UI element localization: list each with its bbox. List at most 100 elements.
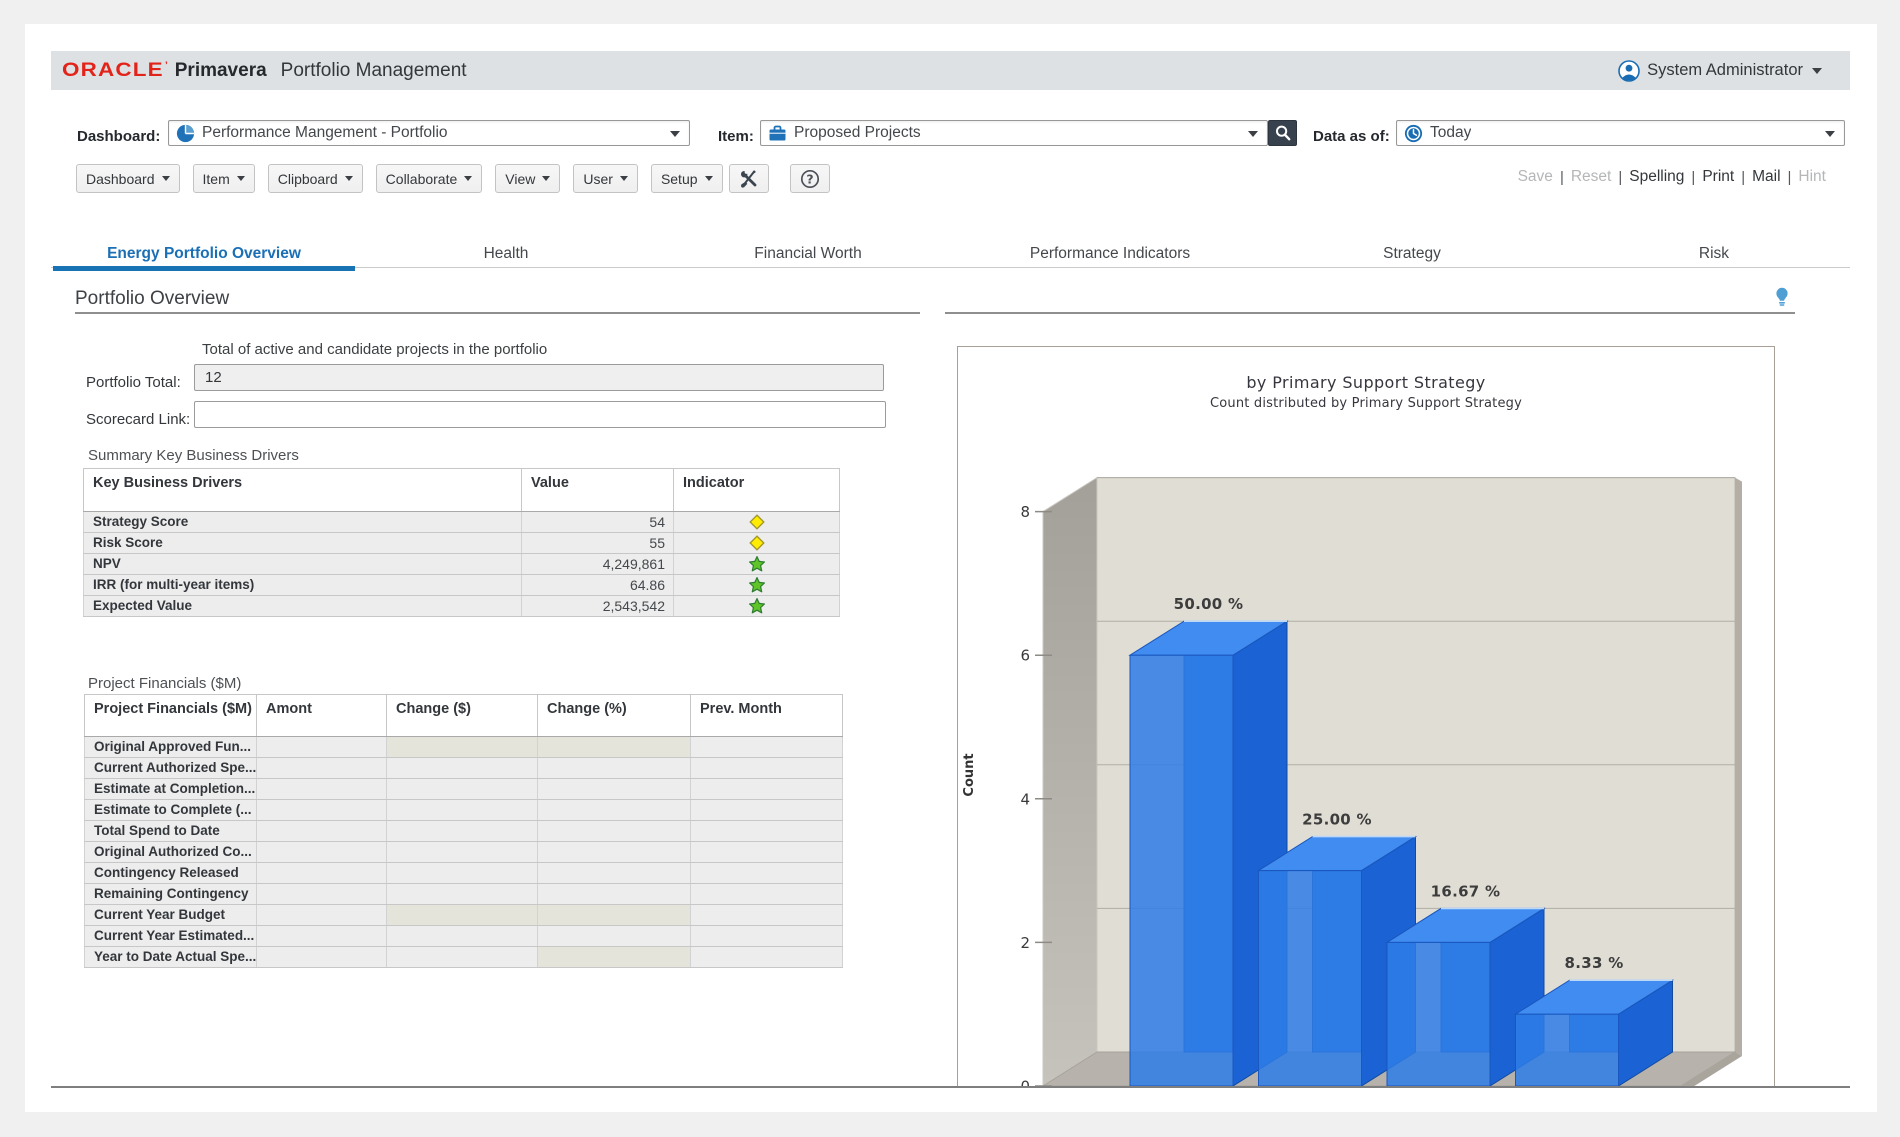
driver-value-cell[interactable]: 55 (522, 533, 674, 554)
toolbar-icon-button[interactable] (729, 164, 769, 193)
financial-change-dollar-cell[interactable] (387, 779, 538, 800)
tab[interactable]: Strategy (1261, 244, 1563, 268)
menu-button[interactable]: Dashboard (76, 164, 180, 193)
financial-amont-cell[interactable] (257, 863, 387, 884)
financial-change-dollar-cell[interactable] (387, 800, 538, 821)
financial-prev-month-cell[interactable] (691, 884, 843, 905)
summary-header-indicator[interactable]: Indicator (674, 469, 840, 512)
financial-change-dollar-cell[interactable] (387, 842, 538, 863)
financial-row-label[interactable]: Current Year Budget (85, 905, 257, 926)
dashboard-selector[interactable]: Performance Mangement - Portfolio (168, 120, 690, 146)
financial-row-label[interactable]: Current Year Estimated... (85, 926, 257, 947)
financial-prev-month-cell[interactable] (691, 800, 843, 821)
driver-name-cell[interactable]: Risk Score (84, 533, 522, 554)
tab[interactable]: Risk (1563, 244, 1865, 268)
financial-change-dollar-cell[interactable] (387, 926, 538, 947)
financial-change-pct-cell[interactable] (538, 842, 691, 863)
financial-amont-cell[interactable] (257, 842, 387, 863)
financial-change-pct-cell[interactable] (538, 779, 691, 800)
financial-amont-cell[interactable] (257, 926, 387, 947)
financial-prev-month-cell[interactable] (691, 926, 843, 947)
menu-button[interactable]: View (495, 164, 560, 193)
quick-link[interactable]: Mail (1752, 168, 1780, 186)
driver-name-cell[interactable]: IRR (for multi-year items) (84, 575, 522, 596)
financial-amont-cell[interactable] (257, 779, 387, 800)
menu-button[interactable]: Setup (651, 164, 723, 193)
financial-amont-cell[interactable] (257, 821, 387, 842)
driver-name-cell[interactable]: Expected Value (84, 596, 522, 617)
bulb-icon[interactable] (1775, 287, 1789, 308)
scorecard-link-field[interactable] (194, 401, 886, 428)
financial-prev-month-cell[interactable] (691, 863, 843, 884)
financial-prev-month-cell[interactable] (691, 779, 843, 800)
financial-amont-cell[interactable] (257, 884, 387, 905)
driver-indicator-cell[interactable] (674, 512, 840, 533)
financial-header-prev-month[interactable]: Prev. Month (691, 695, 843, 737)
financial-row-label[interactable]: Original Authorized Co... (85, 842, 257, 863)
financial-row-label[interactable]: Estimate to Complete (... (85, 800, 257, 821)
item-selector[interactable]: Proposed Projects (760, 120, 1268, 146)
financial-change-dollar-cell[interactable] (387, 947, 538, 968)
quick-link[interactable]: Print (1702, 168, 1734, 186)
financial-change-dollar-cell[interactable] (387, 758, 538, 779)
driver-value-cell[interactable]: 64.86 (522, 575, 674, 596)
quick-link[interactable]: Hint (1798, 168, 1826, 186)
financial-amont-cell[interactable] (257, 737, 387, 758)
financial-header-amont[interactable]: Amont (257, 695, 387, 737)
quick-link[interactable]: Reset (1571, 168, 1612, 186)
driver-value-cell[interactable]: 4,249,861 (522, 554, 674, 575)
financial-amont-cell[interactable] (257, 800, 387, 821)
user-menu[interactable]: System Administrator (1618, 51, 1822, 90)
financial-change-dollar-cell[interactable] (387, 821, 538, 842)
item-search-button[interactable] (1268, 120, 1297, 146)
financial-row-label[interactable]: Year to Date Actual Spe... (85, 947, 257, 968)
financial-row-label[interactable]: Original Approved Fun... (85, 737, 257, 758)
financial-row-label[interactable]: Remaining Contingency (85, 884, 257, 905)
financial-change-dollar-cell[interactable] (387, 863, 538, 884)
financial-amont-cell[interactable] (257, 758, 387, 779)
financial-change-pct-cell[interactable] (538, 905, 691, 926)
menu-button[interactable]: Collaborate (376, 164, 483, 193)
quick-link[interactable]: Save (1518, 168, 1553, 186)
driver-name-cell[interactable]: NPV (84, 554, 522, 575)
data-as-of-selector[interactable]: Today (1396, 120, 1845, 146)
financial-row-label[interactable]: Estimate at Completion... (85, 779, 257, 800)
driver-indicator-cell[interactable] (674, 575, 840, 596)
financial-header-change-dollar[interactable]: Change ($) (387, 695, 538, 737)
financial-prev-month-cell[interactable] (691, 737, 843, 758)
financial-amont-cell[interactable] (257, 905, 387, 926)
financial-change-pct-cell[interactable] (538, 737, 691, 758)
tab[interactable]: Performance Indicators (959, 244, 1261, 268)
menu-button[interactable]: User (573, 164, 638, 193)
quick-link[interactable]: Spelling (1629, 168, 1684, 186)
financial-change-pct-cell[interactable] (538, 821, 691, 842)
financial-change-pct-cell[interactable] (538, 863, 691, 884)
financial-prev-month-cell[interactable] (691, 905, 843, 926)
financial-row-label[interactable]: Current Authorized Spe... (85, 758, 257, 779)
driver-indicator-cell[interactable] (674, 533, 840, 554)
driver-value-cell[interactable]: 54 (522, 512, 674, 533)
driver-name-cell[interactable]: Strategy Score (84, 512, 522, 533)
financial-change-dollar-cell[interactable] (387, 884, 538, 905)
financial-prev-month-cell[interactable] (691, 758, 843, 779)
financial-change-pct-cell[interactable] (538, 926, 691, 947)
menu-button[interactable]: Clipboard (268, 164, 363, 193)
summary-header-value[interactable]: Value (522, 469, 674, 512)
financial-row-label[interactable]: Total Spend to Date (85, 821, 257, 842)
summary-header-drivers[interactable]: Key Business Drivers (84, 469, 522, 512)
financial-change-pct-cell[interactable] (538, 800, 691, 821)
financial-change-dollar-cell[interactable] (387, 905, 538, 926)
menu-button[interactable]: Item (193, 164, 255, 193)
financial-change-pct-cell[interactable] (538, 884, 691, 905)
tab[interactable]: Energy Portfolio Overview (53, 244, 355, 268)
financial-header-change-pct[interactable]: Change (%) (538, 695, 691, 737)
driver-indicator-cell[interactable] (674, 554, 840, 575)
financial-row-label[interactable]: Contingency Released (85, 863, 257, 884)
financial-prev-month-cell[interactable] (691, 842, 843, 863)
financial-change-pct-cell[interactable] (538, 758, 691, 779)
tab[interactable]: Health (355, 244, 657, 268)
financial-change-pct-cell[interactable] (538, 947, 691, 968)
financial-prev-month-cell[interactable] (691, 821, 843, 842)
financial-header-name[interactable]: Project Financials ($M) (85, 695, 257, 737)
driver-value-cell[interactable]: 2,543,542 (522, 596, 674, 617)
